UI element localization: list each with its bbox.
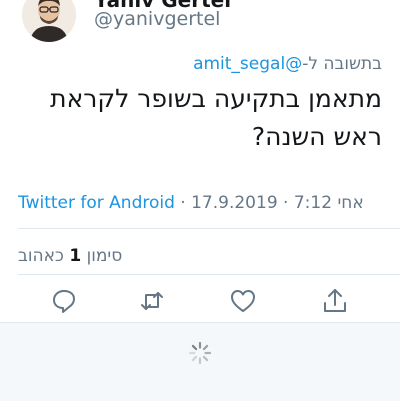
user-handle[interactable]: @yanivgertel (94, 8, 220, 30)
meta-separator: · (174, 193, 192, 213)
source-link[interactable]: Twitter for Android (18, 193, 175, 213)
retweet-button[interactable] (137, 286, 167, 316)
loading-spinner-icon (188, 341, 212, 365)
divider (18, 228, 400, 229)
tweet-text: מתאמן בתקיעה בשופר לקראת ראש השנה? (50, 84, 382, 151)
reply-context: בתשובה ל-@amit_segal (193, 54, 382, 74)
avatar[interactable] (22, 0, 76, 42)
replies-loading-area (0, 322, 400, 401)
likes-label-after: כאהוב (18, 246, 64, 266)
reply-icon (53, 290, 75, 313)
meta-separator-2: · (277, 193, 294, 213)
likes-label-before: סימון (86, 246, 123, 266)
like-icon (231, 290, 255, 312)
likes-count: 1 (69, 246, 82, 266)
reply-button[interactable] (49, 286, 79, 316)
divider (18, 274, 400, 275)
reply-mention-link[interactable]: @amit_segal (193, 54, 302, 74)
like-button[interactable] (228, 286, 258, 316)
reply-prefix: בתשובה ל- (302, 54, 382, 74)
tweet-header: Yaniv Gertel @yanivgertel (0, 0, 400, 48)
tweet-meta: Twitter for Android · 17.9.2019 · 7:12 א… (18, 193, 364, 213)
tweet-time: 7:12 אחי (293, 193, 364, 213)
tweet-date: 17.9.2019 (191, 193, 278, 213)
likes-row[interactable]: סימון 1 כאהוב (18, 246, 122, 266)
avatar-image (22, 0, 76, 42)
retweet-icon (141, 292, 163, 310)
action-bar (0, 286, 400, 320)
share-button[interactable] (320, 286, 350, 316)
share-icon (324, 289, 346, 312)
